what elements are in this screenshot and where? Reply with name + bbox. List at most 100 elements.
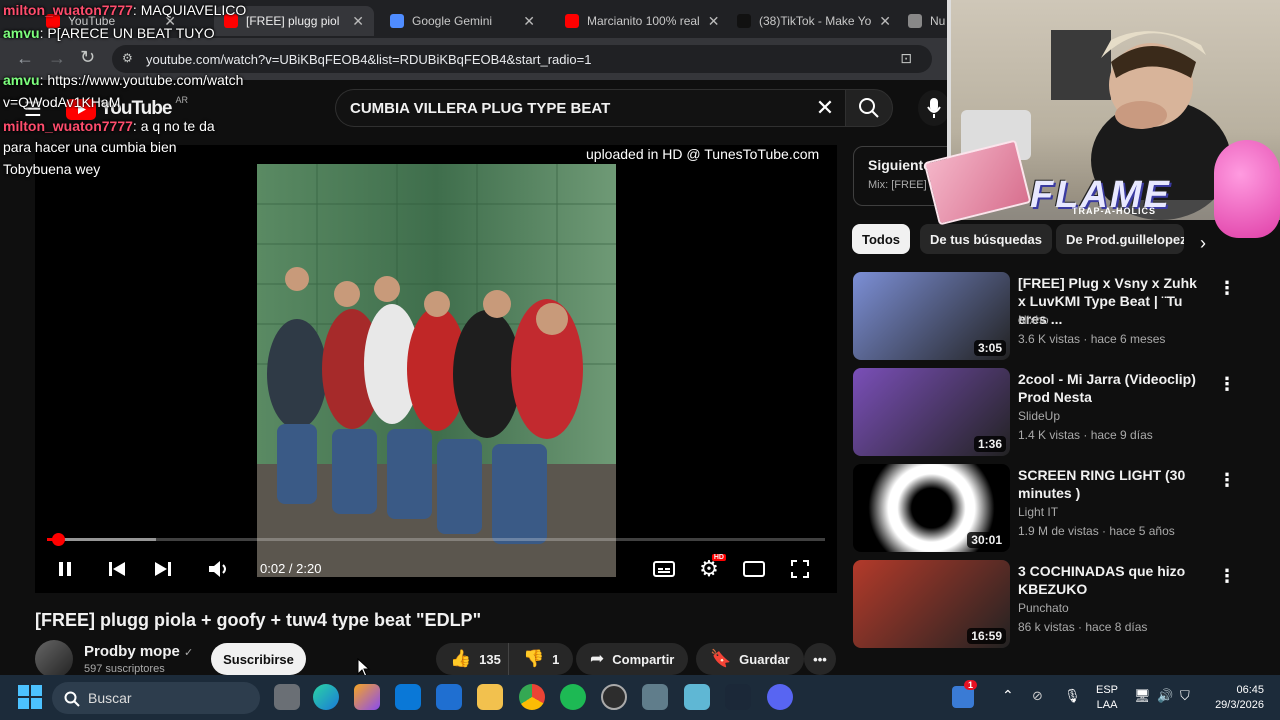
chevron-right-icon[interactable]: › [1200, 233, 1206, 254]
theater-icon [743, 561, 765, 577]
tray-hidden-icon[interactable]: ⊘ [1032, 688, 1043, 704]
pause-button[interactable] [52, 556, 78, 582]
video-thumbnail[interactable]: 16:59 [853, 560, 1010, 648]
tab-label: (38)TikTok - Make Yo [759, 14, 872, 28]
video-thumbnail[interactable]: 1:36 [853, 368, 1010, 456]
recommended-channel[interactable]: Light IT [1018, 505, 1058, 519]
tray-app-icon[interactable]: 1 [952, 680, 978, 708]
save-button[interactable]: 🔖 Guardar [696, 643, 804, 675]
chip-from-channel[interactable]: De Prod.guillelopez [1056, 224, 1184, 254]
video-duration: 30:01 [967, 532, 1006, 548]
store-icon[interactable] [395, 684, 421, 710]
start-button[interactable] [18, 685, 42, 714]
settings-button[interactable]: ⚙ HD [696, 554, 726, 582]
install-app-icon[interactable]: ⊡ [900, 50, 912, 67]
share-button[interactable]: ➦ Compartir [576, 643, 689, 675]
channel-name[interactable]: Prodby mope ✓ [84, 643, 193, 660]
like-button[interactable]: 👍 135 [436, 643, 515, 675]
tab-favicon-icon [737, 14, 751, 28]
task-view-icon[interactable] [274, 684, 300, 710]
chat-text: : https://www.youtube.com/watch [39, 72, 244, 88]
more-actions-button[interactable]: ••• [804, 643, 836, 675]
more-options-icon[interactable]: ⋮ [1218, 374, 1236, 395]
spotify-icon[interactable] [560, 684, 586, 710]
recommended-channel[interactable]: SlideUp [1018, 409, 1060, 423]
chrome-icon[interactable] [519, 684, 545, 710]
input-language[interactable]: ESP LAA [1096, 683, 1118, 713]
video-thumbnail[interactable]: 30:01 [853, 464, 1010, 552]
taskbar-search[interactable]: Buscar [52, 682, 260, 714]
subscribe-button[interactable]: Suscribirse [211, 643, 306, 675]
recommended-channel[interactable]: Punchato [1018, 601, 1069, 615]
network-icon[interactable]: 🖥 [1134, 688, 1151, 704]
reload-icon[interactable]: ↻ [80, 47, 95, 68]
more-options-icon[interactable]: ⋮ [1218, 470, 1236, 491]
browser-tab[interactable]: Google Gemini ✕ [380, 6, 545, 36]
obs-icon[interactable] [601, 684, 627, 710]
channel-name-text: Prodby mope [84, 643, 180, 660]
tray-microphone-icon[interactable]: 🎙 [1064, 688, 1081, 704]
theater-mode-button[interactable] [741, 556, 767, 582]
next-button[interactable] [150, 556, 176, 582]
back-icon[interactable]: ← [16, 48, 34, 69]
shield-icon[interactable]: ⛉ [1180, 688, 1190, 704]
recommended-video[interactable]: 30:01 SCREEN RING LIGHT (30 minutes ) Ligh… [853, 464, 1236, 552]
previous-button[interactable] [104, 556, 130, 582]
chip-from-searches[interactable]: De tus búsquedas [920, 224, 1052, 254]
close-tab-icon[interactable]: ✕ [879, 13, 891, 30]
site-info-icon[interactable]: ⚙ [122, 51, 133, 65]
recommended-video[interactable]: 3:05 [FREE] Plug x Vsny x Zuhk x LuvKMI T… [853, 272, 1236, 360]
clear-search-icon[interactable]: ✕ [805, 89, 845, 127]
recommended-title[interactable]: 3 COCHINADAS que hizo KBEZUKO [1018, 562, 1203, 598]
file-explorer-icon[interactable] [477, 684, 503, 710]
taskbar-search-placeholder: Buscar [88, 690, 132, 706]
chat-message: amvu: P[ARECE UN BEAT TUYO [3, 25, 215, 41]
recommended-title[interactable]: SCREEN RING LIGHT (30 minutes ) [1018, 466, 1203, 502]
tray-chevron-up-icon[interactable]: ⌃ [1002, 687, 1014, 704]
recommended-meta: 1.9 M de vistas · hace 5 años [1018, 524, 1175, 538]
fullscreen-button[interactable] [787, 556, 813, 582]
more-options-icon[interactable]: ⋮ [1218, 278, 1236, 299]
steam-icon[interactable] [725, 684, 751, 710]
browser-tab[interactable]: Marcianito 100% real ✕ [555, 6, 720, 36]
voice-search-button[interactable] [918, 90, 950, 126]
close-tab-icon[interactable]: ✕ [523, 13, 535, 30]
outlook-icon[interactable] [436, 684, 462, 710]
recommended-channel[interactable]: Nixho [1018, 313, 1049, 327]
tab-favicon-icon [565, 14, 579, 28]
paint-icon[interactable] [684, 684, 710, 710]
thumbs-down-icon: 👎 [523, 649, 545, 668]
address-bar[interactable]: ⚙ youtube.com/watch?v=UBiKBqFEOB4&list=R… [112, 45, 932, 73]
tab-favicon-icon [390, 14, 404, 28]
volume-icon [209, 561, 226, 577]
browser-tab[interactable]: (38)TikTok - Make Yo ✕ [727, 6, 892, 36]
settings-app-icon[interactable] [642, 684, 668, 710]
copilot-icon[interactable] [354, 684, 380, 710]
progress-bar[interactable] [47, 538, 825, 541]
recommended-video[interactable]: 1:36 2cool - Mi Jarra (Videoclip) Prod Ne… [853, 368, 1236, 456]
video-thumbnail[interactable]: 3:05 [853, 272, 1010, 360]
volume-button[interactable] [206, 556, 232, 582]
more-options-icon[interactable]: ⋮ [1218, 566, 1236, 587]
progress-scrubber[interactable] [52, 533, 65, 546]
discord-icon[interactable] [767, 684, 793, 710]
forward-icon[interactable]: → [48, 48, 66, 69]
recommended-title[interactable]: 2cool - Mi Jarra (Videoclip) Prod Nesta [1018, 370, 1203, 406]
video-duration: 16:59 [967, 628, 1006, 644]
time-display: 0:02 / 2:20 [260, 561, 322, 576]
chip-all[interactable]: Todos [852, 224, 911, 254]
search-button[interactable] [845, 89, 893, 127]
video-duration: 1:36 [973, 436, 1006, 452]
speaker-icon[interactable]: 🔊 [1157, 688, 1173, 704]
edge-icon[interactable] [313, 684, 339, 710]
channel-avatar[interactable] [35, 640, 73, 678]
system-clock[interactable]: 06:45 29/3/2026 [1208, 683, 1264, 713]
search-input[interactable]: CUMBIA VILLERA PLUG TYPE BEAT [335, 89, 805, 127]
url-text: youtube.com/watch?v=UBiKBqFEOB4&list=RDU… [146, 51, 592, 67]
close-tab-icon[interactable]: ✕ [352, 13, 364, 30]
dislike-button[interactable]: 👎 1 [508, 643, 574, 675]
hd-badge: HD [711, 554, 726, 561]
subtitles-button[interactable] [651, 556, 677, 582]
recommended-video[interactable]: 16:59 3 COCHINADAS que hizo KBEZUKO Puncha… [853, 560, 1236, 648]
close-tab-icon[interactable]: ✕ [708, 13, 720, 30]
